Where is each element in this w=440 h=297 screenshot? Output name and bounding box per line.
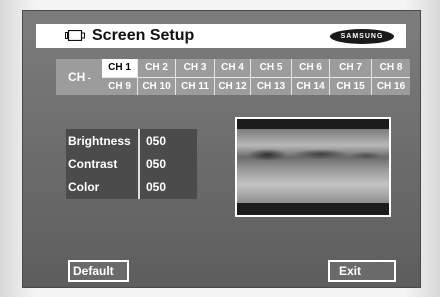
preview-letterbox-bottom bbox=[237, 203, 389, 215]
channel-button-12[interactable]: CH 12 bbox=[215, 77, 251, 95]
preview-image bbox=[237, 129, 389, 203]
channel-label-text: CH bbox=[68, 70, 86, 84]
channel-button-15[interactable]: CH 15 bbox=[330, 77, 372, 95]
title-bar: Screen Setup SAMSUNG bbox=[36, 24, 406, 48]
channel-button-3[interactable]: CH 3 bbox=[176, 59, 215, 77]
contrast-label[interactable]: Contrast bbox=[68, 154, 136, 175]
settings-divider bbox=[138, 129, 140, 199]
channel-button-7[interactable]: CH 7 bbox=[330, 59, 372, 77]
channel-label: CH - bbox=[56, 59, 102, 95]
channel-button-13[interactable]: CH 13 bbox=[251, 77, 292, 95]
channel-button-14[interactable]: CH 14 bbox=[292, 77, 330, 95]
screen-setup-panel: Screen Setup SAMSUNG CH - CH 1 CH 2 CH 3… bbox=[22, 10, 421, 288]
channel-button-4[interactable]: CH 4 bbox=[215, 59, 251, 77]
channel-grid: CH 1 CH 2 CH 3 CH 4 CH 5 CH 6 CH 7 CH 8 … bbox=[102, 59, 410, 95]
channel-button-2[interactable]: CH 2 bbox=[138, 59, 176, 77]
monitor-icon bbox=[65, 30, 85, 41]
picture-preview bbox=[235, 117, 391, 217]
brightness-label[interactable]: Brightness bbox=[68, 131, 136, 152]
picture-settings-list: Brightness 050 Contrast 050 Color 050 bbox=[66, 129, 197, 199]
channel-button-6[interactable]: CH 6 bbox=[292, 59, 330, 77]
channel-button-1[interactable]: CH 1 bbox=[102, 59, 138, 77]
brightness-value[interactable]: 050 bbox=[146, 131, 191, 152]
channel-button-10[interactable]: CH 10 bbox=[138, 77, 176, 95]
channel-button-11[interactable]: CH 11 bbox=[176, 77, 215, 95]
brand-logo: SAMSUNG bbox=[330, 29, 394, 44]
channel-button-16[interactable]: CH 16 bbox=[372, 77, 410, 95]
channel-button-8[interactable]: CH 8 bbox=[372, 59, 410, 77]
default-button[interactable]: Default bbox=[68, 260, 129, 282]
color-value[interactable]: 050 bbox=[146, 177, 191, 198]
page-title: Screen Setup bbox=[92, 27, 195, 44]
channel-button-5[interactable]: CH 5 bbox=[251, 59, 292, 77]
channel-button-9[interactable]: CH 9 bbox=[102, 77, 138, 95]
color-label[interactable]: Color bbox=[68, 177, 136, 198]
contrast-value[interactable]: 050 bbox=[146, 154, 191, 175]
preview-letterbox-top bbox=[237, 119, 389, 129]
exit-button[interactable]: Exit bbox=[328, 260, 396, 282]
